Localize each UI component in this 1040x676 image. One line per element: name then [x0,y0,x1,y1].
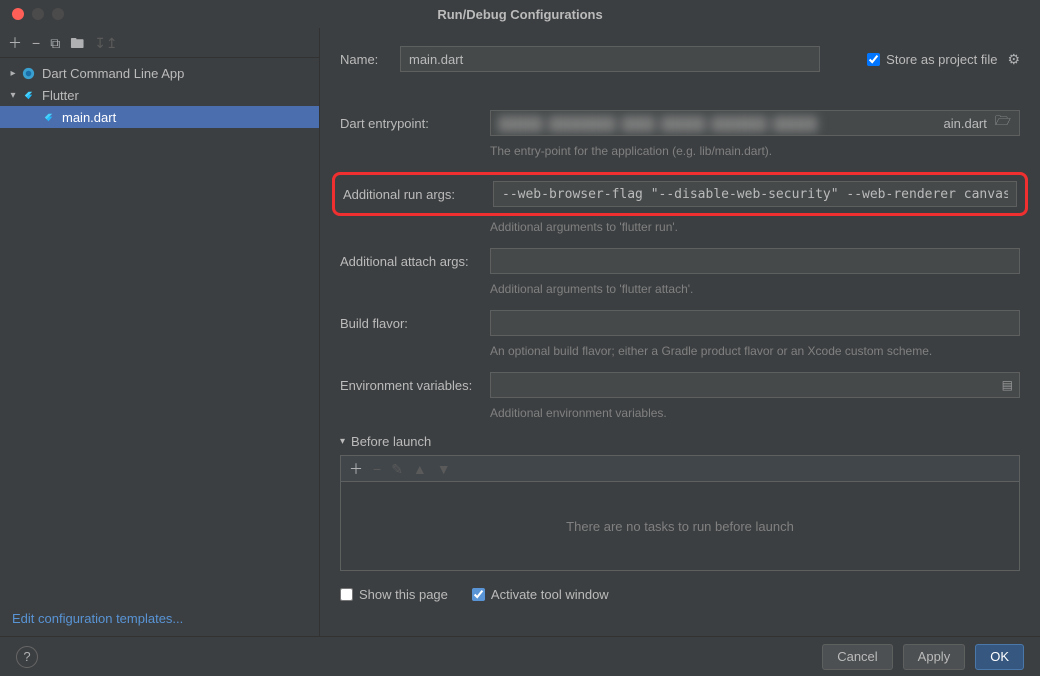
ok-button[interactable]: OK [975,644,1024,670]
flutter-run-icon [40,109,56,125]
name-label: Name: [340,52,400,67]
activate-tool-window[interactable]: Activate tool window [472,587,609,602]
env-hint: Additional environment variables. [490,406,1020,420]
add-task-icon[interactable]: ＋ [349,462,363,476]
env-label: Environment variables: [340,378,490,393]
before-launch-header[interactable]: ▾ Before launch [340,434,1020,449]
dialog-button-bar: ? Cancel Apply OK [0,636,1040,676]
apply-button[interactable]: Apply [903,644,966,670]
list-icon[interactable]: ▤ [1002,378,1013,392]
window-title: Run/Debug Configurations [437,7,602,22]
sort-config-icon: ↧↥ [94,36,117,50]
close-window-icon[interactable] [12,8,24,20]
before-launch-toolbar: ＋ − ✎ ▲ ▼ [340,455,1020,481]
store-as-project-file[interactable]: Store as project file ⚙ [867,51,1020,68]
tree-group-label: Flutter [42,88,79,103]
store-checkbox[interactable] [867,53,880,66]
store-label: Store as project file [886,52,997,67]
flavor-input[interactable] [490,310,1020,336]
flavor-hint: An optional build flavor; either a Gradl… [490,344,1020,358]
attachargs-input[interactable] [490,248,1020,274]
config-tree: ▸ Dart Command Line App ▾ Flutter main.d… [0,58,319,601]
configurations-sidebar: ＋ − ⧉ 🖿 ↧↥ ▸ Dart Command Line App ▾ Flu… [0,28,320,636]
edit-templates-link[interactable]: Edit configuration templates... [0,601,319,636]
activate-label: Activate tool window [491,587,609,602]
cancel-button[interactable]: Cancel [822,644,892,670]
activate-checkbox[interactable] [472,588,485,601]
gear-icon[interactable]: ⚙ [1007,51,1020,68]
no-tasks-text: There are no tasks to run before launch [566,519,794,534]
attachargs-hint: Additional arguments to 'flutter attach'… [490,282,1020,296]
flavor-label: Build flavor: [340,316,490,331]
entrypoint-input[interactable]: ████ ██████ ███ ████ █████ ████ ain.dart… [490,110,1020,136]
dart-icon [20,65,36,81]
collapse-icon: ▾ [6,90,20,101]
traffic-lights [0,8,64,20]
save-config-icon[interactable]: 🖿 [70,36,84,50]
name-input[interactable] [400,46,820,72]
runargs-highlight: Additional run args: ⤢ [332,172,1028,216]
before-launch-empty: There are no tasks to run before launch [340,481,1020,571]
entrypoint-label: Dart entrypoint: [340,116,490,131]
tree-item-maindart[interactable]: main.dart [0,106,319,128]
env-input[interactable]: ▤ [490,372,1020,398]
entrypoint-hint: The entry-point for the application (e.g… [490,144,1020,158]
entrypoint-blurred: ████ ██████ ███ ████ █████ ████ [499,116,819,131]
tree-group-flutter[interactable]: ▾ Flutter [0,84,319,106]
config-form: Name: Store as project file ⚙ Dart entry… [320,28,1040,636]
show-this-page[interactable]: Show this page [340,587,448,602]
attachargs-label: Additional attach args: [340,254,490,269]
browse-folder-icon[interactable]: 🗁 [995,112,1011,134]
help-icon[interactable]: ? [16,646,38,668]
move-up-icon: ▲ [413,462,427,476]
tree-item-label: main.dart [62,110,116,125]
edit-task-icon: ✎ [391,462,403,476]
show-page-label: Show this page [359,587,448,602]
add-config-icon[interactable]: ＋ [8,36,22,50]
title-bar: Run/Debug Configurations [0,0,1040,28]
expand-icon: ▸ [6,68,20,79]
flutter-icon [20,87,36,103]
runargs-label: Additional run args: [343,187,493,202]
copy-config-icon[interactable]: ⧉ [50,36,60,50]
before-launch-label: Before launch [351,434,431,449]
remove-config-icon[interactable]: − [32,36,40,50]
tree-group-label: Dart Command Line App [42,66,184,81]
entrypoint-tail: ain.dart [944,116,987,131]
show-page-checkbox[interactable] [340,588,353,601]
minimize-window-icon[interactable] [32,8,44,20]
collapse-icon: ▾ [340,436,345,447]
runargs-input[interactable] [493,181,1017,207]
move-down-icon: ▼ [437,462,451,476]
zoom-window-icon[interactable] [52,8,64,20]
remove-task-icon: − [373,462,381,476]
sidebar-toolbar: ＋ − ⧉ 🖿 ↧↥ [0,28,319,58]
runargs-hint: Additional arguments to 'flutter run'. [490,220,1020,234]
tree-group-dart[interactable]: ▸ Dart Command Line App [0,62,319,84]
